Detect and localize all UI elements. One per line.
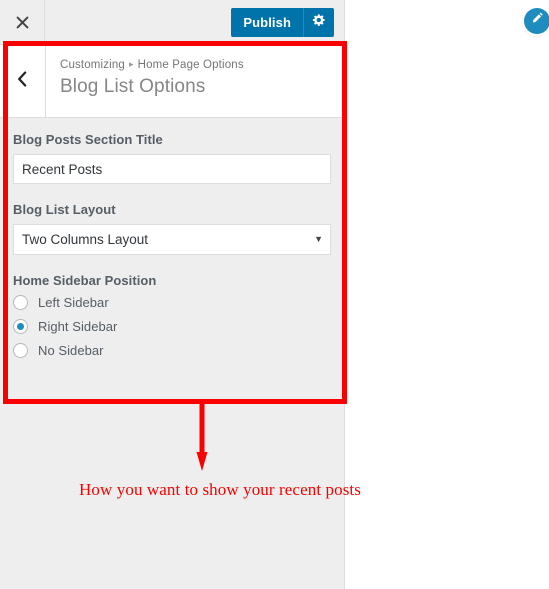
section-header: Customizing ▸ Home Page Options Blog List … bbox=[0, 45, 344, 118]
radio-right-sidebar-mark[interactable] bbox=[13, 319, 28, 334]
breadcrumb-root[interactable]: Customizing bbox=[60, 59, 125, 71]
radio-no-sidebar[interactable]: No Sidebar bbox=[13, 343, 331, 358]
radio-no-sidebar-label: No Sidebar bbox=[38, 343, 104, 358]
back-chevron-icon bbox=[17, 70, 28, 92]
radio-no-sidebar-mark[interactable] bbox=[13, 343, 28, 358]
control-blog-list-layout: Blog List Layout Two Columns Layout ▼ bbox=[13, 202, 331, 255]
radio-left-sidebar[interactable]: Left Sidebar bbox=[13, 295, 331, 310]
control-blog-posts-section-title: Blog Posts Section Title bbox=[13, 132, 331, 184]
annotation-text: How you want to show your recent posts bbox=[79, 480, 361, 499]
edit-shortcut-button[interactable] bbox=[524, 8, 549, 34]
page-title: Blog List Options bbox=[60, 76, 206, 97]
radio-right-sidebar[interactable]: Right Sidebar bbox=[13, 319, 331, 334]
back-button[interactable] bbox=[0, 45, 46, 117]
blog-posts-section-title-input[interactable] bbox=[13, 154, 331, 184]
breadcrumb-current[interactable]: Home Page Options bbox=[138, 59, 244, 71]
close-customizer-button[interactable] bbox=[0, 0, 45, 44]
close-icon bbox=[16, 16, 29, 29]
radio-left-sidebar-mark[interactable] bbox=[13, 295, 28, 310]
customizer-topbar: Publish bbox=[0, 0, 344, 45]
publish-button-group: Publish bbox=[231, 8, 334, 37]
controls-container: Blog Posts Section Title Blog List Layou… bbox=[0, 118, 344, 358]
blog-posts-section-title-label: Blog Posts Section Title bbox=[13, 132, 163, 147]
customizer-panel: Publish Customizing▸ Home Page Options bbox=[0, 0, 345, 589]
blog-list-layout-selected-value[interactable]: Two Columns Layout bbox=[13, 224, 331, 255]
gear-icon bbox=[312, 13, 326, 32]
breadcrumb-separator-icon: ▸ bbox=[128, 59, 134, 69]
home-sidebar-position-label: Home Sidebar Position bbox=[13, 273, 157, 288]
section-header-texts: Customizing ▸ Home Page Options Blog List … bbox=[60, 45, 344, 98]
pencil-icon bbox=[531, 12, 544, 30]
blog-list-layout-select[interactable]: Two Columns Layout ▼ bbox=[13, 224, 331, 255]
radio-right-sidebar-label: Right Sidebar bbox=[38, 319, 118, 334]
publish-button[interactable]: Publish bbox=[231, 8, 303, 37]
radio-left-sidebar-label: Left Sidebar bbox=[38, 295, 109, 310]
blog-list-layout-label: Blog List Layout bbox=[13, 202, 116, 217]
publish-settings-button[interactable] bbox=[303, 8, 334, 37]
control-home-sidebar-position: Home Sidebar Position Left Sidebar Right… bbox=[13, 273, 331, 358]
breadcrumb: Customizing ▸ Home Page Options bbox=[60, 59, 344, 71]
